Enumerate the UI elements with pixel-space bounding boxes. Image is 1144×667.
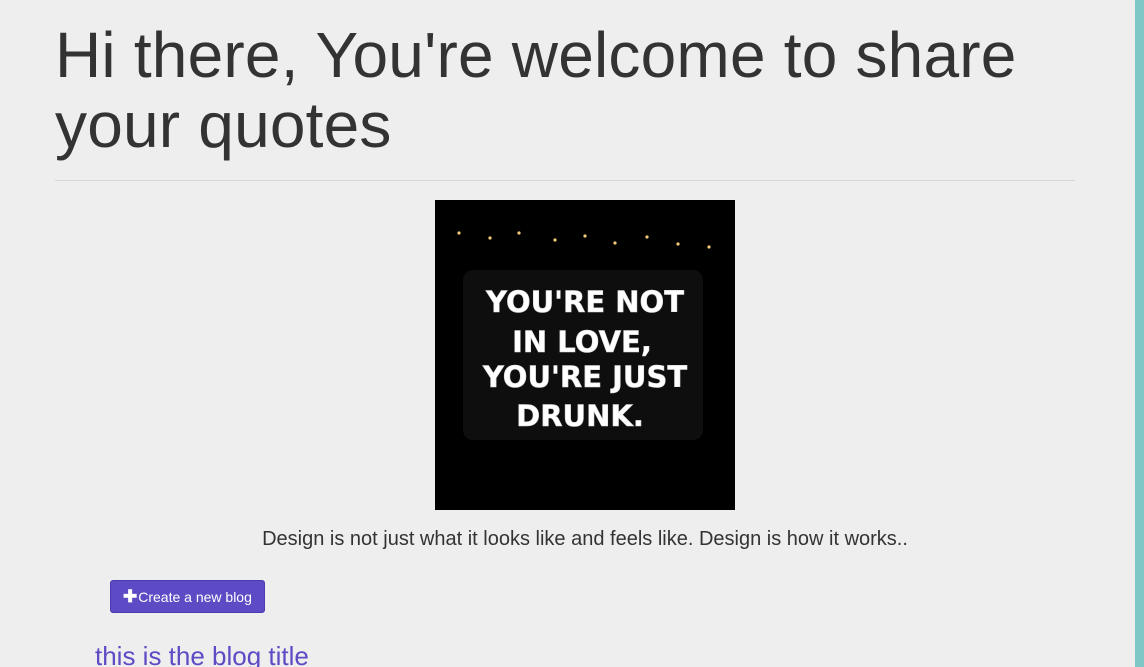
right-edge-strip xyxy=(1135,0,1144,667)
neon-sign-image: YOU'RE NOT IN LOVE, YOU'RE JUST DRUNK. xyxy=(435,200,735,510)
create-blog-label: Create a new blog xyxy=(138,588,252,605)
neon-line-1: YOU'RE NOT xyxy=(485,285,684,319)
neon-line-2: IN LOVE, xyxy=(512,325,652,359)
create-blog-button[interactable]: ✚ Create a new blog xyxy=(110,580,265,613)
blog-title-link[interactable]: this is the blog title xyxy=(95,641,309,667)
plus-icon: ✚ xyxy=(123,587,138,606)
neon-line-3: YOU'RE JUST xyxy=(482,360,688,394)
main-container: Hi there, You're welcome to share your q… xyxy=(55,0,1075,667)
header-divider xyxy=(55,180,1075,181)
neon-line-4: DRUNK. xyxy=(516,399,644,433)
hero-image: YOU'RE NOT IN LOVE, YOU'RE JUST DRUNK. xyxy=(435,200,735,510)
page-title: Hi there, You're welcome to share your q… xyxy=(55,19,1017,161)
featured-quote: Design is not just what it looks like an… xyxy=(262,528,908,550)
